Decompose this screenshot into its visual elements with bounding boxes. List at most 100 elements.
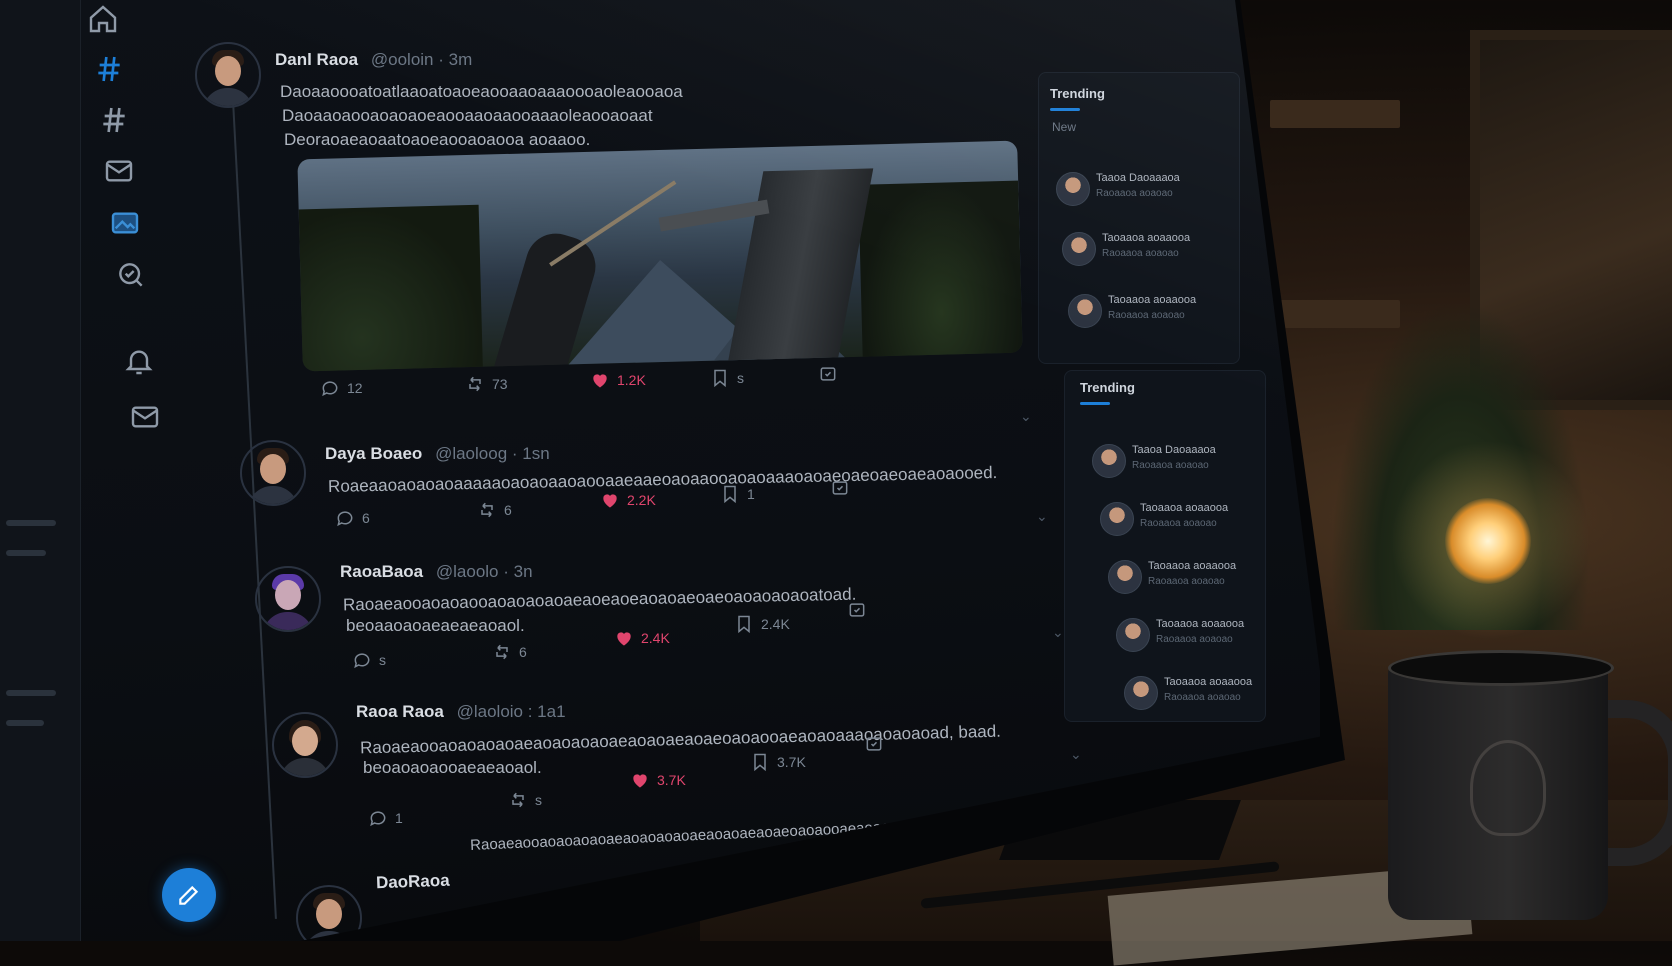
reply-button[interactable]: s <box>352 650 386 670</box>
post-actions: 12 73 1.2K s <box>320 367 860 404</box>
tab-new[interactable]: New <box>1052 120 1076 134</box>
avatar[interactable] <box>195 42 261 108</box>
share-icon <box>820 367 836 381</box>
item-subtitle: Raoaaoa aoaoao <box>1164 692 1241 703</box>
mail-icon[interactable] <box>128 400 162 434</box>
reply-button[interactable]: 12 <box>320 378 363 398</box>
bookmark-button[interactable]: 1 <box>720 484 755 504</box>
author-name[interactable]: Raoa Raoa <box>356 702 444 721</box>
like-button[interactable]: 2.2K <box>600 490 656 510</box>
post-image[interactable] <box>297 140 1023 372</box>
bookmark-count: s <box>737 370 744 386</box>
author-name[interactable]: DaoRaoa <box>376 871 450 893</box>
avatar <box>1068 294 1102 328</box>
item-title: Taoaaoa aoaaooa <box>1108 294 1197 306</box>
share-button[interactable] <box>818 364 838 384</box>
author-name[interactable]: Danl Raoa <box>275 50 358 69</box>
repost-icon <box>496 644 508 660</box>
author-name[interactable]: RaoaBaoa <box>340 562 423 581</box>
like-button[interactable]: 3.7K <box>630 770 686 790</box>
item-title: Taaoa Daoaaaoa <box>1096 172 1180 184</box>
repost-icon <box>512 792 524 808</box>
home-icon[interactable] <box>86 2 120 36</box>
list-item[interactable]: Taoaaoa aoaaooa Raoaaoa aoaoao <box>1068 290 1258 340</box>
text-line <box>6 520 56 526</box>
post-actions: s 6 2.4K 2.4K <box>352 603 872 676</box>
item-title: Taoaaoa aoaaooa <box>1102 232 1191 244</box>
avatar[interactable] <box>255 566 321 632</box>
panel-title: Trending <box>1080 380 1135 395</box>
bell-icon[interactable] <box>122 344 156 378</box>
chevron-down-icon[interactable]: ⌄ <box>1052 624 1064 641</box>
repost-icon <box>469 376 481 392</box>
mug-rim <box>1388 650 1614 686</box>
tab-underline <box>1080 402 1110 405</box>
reply-count: 1 <box>395 810 403 826</box>
reply-button[interactable]: 1 <box>368 808 403 828</box>
bookmark-icon <box>738 615 750 634</box>
heart-icon <box>593 374 607 388</box>
author-name[interactable]: Daya Boaeo <box>325 444 422 463</box>
share-button[interactable] <box>830 478 850 498</box>
repost-button[interactable]: 73 <box>465 374 508 394</box>
bookmark-button[interactable]: s <box>710 368 744 388</box>
reply-icon <box>337 511 353 527</box>
chevron-down-icon[interactable]: ⌄ <box>1020 408 1032 425</box>
hashtag-icon[interactable] <box>97 103 131 137</box>
chevron-down-icon[interactable]: ⌄ <box>1036 508 1048 525</box>
repost-button[interactable]: 6 <box>492 642 527 662</box>
post-text-line: Daoaaoaooaoaoaoeaooaaoaaooaaaoleaooaoaat <box>282 106 653 125</box>
reply-icon <box>354 653 370 669</box>
post-header: RaoaBaoa @laoolo · 3n <box>340 562 533 582</box>
repost-button[interactable]: 6 <box>477 500 512 520</box>
post-actions: 6 6 2.2K 1 <box>335 481 855 534</box>
list-item[interactable]: Taaoa Daoaaaoa Raoaaoa aoaoao <box>1056 168 1246 218</box>
post-text-line: Deoraoaeaoaatoaoeaooaoaooa aoaaoo. <box>284 130 591 149</box>
repost-icon <box>481 502 493 518</box>
list-item[interactable]: Taoaaoa aoaaooa Raoaaoa aoaoao <box>1108 556 1298 606</box>
share-button[interactable] <box>847 600 867 620</box>
item-subtitle: Raoaaoa aoaoao <box>1140 518 1217 529</box>
chevron-down-icon[interactable]: ⌄ <box>1070 746 1082 763</box>
background-app-window <box>0 0 81 941</box>
like-count: 2.2K <box>627 492 656 508</box>
list-item[interactable]: Taoaaoa aoaaooa Raoaaoa aoaoao <box>1062 228 1252 278</box>
list-item[interactable]: Taoaaoa aoaaooa Raoaaoa aoaoao <box>1100 498 1290 548</box>
media-icon[interactable] <box>108 206 142 240</box>
bookmark-button[interactable]: 2.4K <box>734 614 790 634</box>
avatar <box>1062 232 1096 266</box>
repost-button[interactable]: s <box>508 790 542 810</box>
like-button[interactable]: 1.2K <box>590 370 646 390</box>
list-item[interactable]: Taoaaoa aoaaooa Raoaaoa aoaoao <box>1116 614 1306 664</box>
post-header: Danl Raoa @ooloin · 3m <box>275 50 472 70</box>
avatar <box>1092 444 1126 478</box>
list-item[interactable]: Taoaaoa aoaaooa Raoaaoa aoaoao <box>1124 672 1314 722</box>
search-icon[interactable] <box>114 258 148 292</box>
reply-button[interactable]: 6 <box>335 508 370 528</box>
compose-button[interactable] <box>162 868 216 922</box>
post-text-line: Roaeaaoaoaoaoaaaaaoaoaoaaoaooaaeaaeoaoaa… <box>327 462 998 497</box>
repost-count: 6 <box>504 502 512 518</box>
tab-underline <box>1050 108 1080 111</box>
share-icon <box>832 481 848 495</box>
avatar <box>1056 172 1090 206</box>
list-item[interactable]: Taaoa Daoaaaoa Raoaaoa aoaoao <box>1092 440 1282 490</box>
text-line <box>6 690 56 696</box>
author-handle: @laoloog · 1sn <box>435 444 550 463</box>
mail-icon[interactable] <box>102 154 136 188</box>
avatar[interactable] <box>240 440 306 506</box>
item-subtitle: Raoaaoa aoaoao <box>1132 460 1209 471</box>
bookmark-button[interactable]: 3.7K <box>750 752 806 772</box>
repost-count: 73 <box>492 376 508 392</box>
share-button[interactable] <box>864 734 884 754</box>
like-button[interactable]: 2.4K <box>614 628 670 648</box>
avatar <box>1100 502 1134 536</box>
avatar[interactable] <box>272 712 338 778</box>
post-text-line: beoaoaoaooaeaeaoaol. <box>363 758 542 777</box>
avatar <box>1116 618 1150 652</box>
skull-emblem-icon <box>1470 740 1546 836</box>
reply-count: 6 <box>362 510 370 526</box>
bookmark-icon <box>724 485 736 504</box>
hashtag-icon[interactable] <box>92 52 126 86</box>
avatar <box>1108 560 1142 594</box>
